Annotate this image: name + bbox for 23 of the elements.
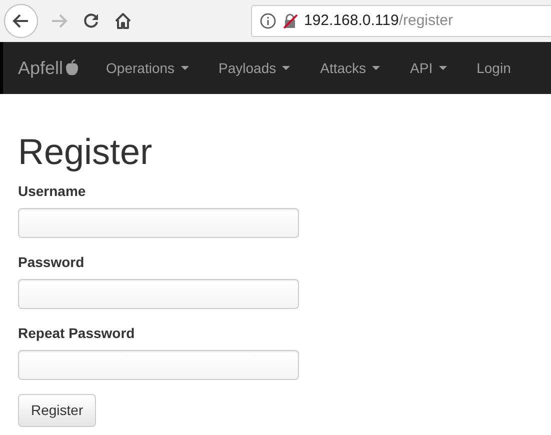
field-label: Username [18,182,86,201]
nav-link[interactable]: Payloads [204,58,306,78]
info-icon [260,13,276,29]
nav-link[interactable]: Operations [91,58,204,78]
reload-icon [82,12,100,30]
nav-link[interactable]: Attacks [305,58,396,78]
brand-link[interactable]: Apfell [18,54,80,82]
back-arrow-icon [12,12,30,30]
nav-link[interactable]: API [395,58,462,78]
input-field[interactable] [18,208,299,238]
apple-icon [65,59,80,77]
url-text: 192.168.0.119/register [304,10,453,31]
input-field[interactable] [18,350,299,380]
home-icon [114,12,132,30]
page-heading: Register [18,132,154,172]
forward-arrow-icon [50,12,68,30]
address-bar[interactable]: 192.168.0.119/register [251,5,551,37]
input-field[interactable] [18,278,299,309]
back-button[interactable] [4,4,38,38]
nav-link[interactable]: Login [462,58,526,78]
field-label: Password [18,252,84,272]
register-button[interactable]: Register [18,394,96,427]
field-label: Repeat Password [18,324,135,343]
